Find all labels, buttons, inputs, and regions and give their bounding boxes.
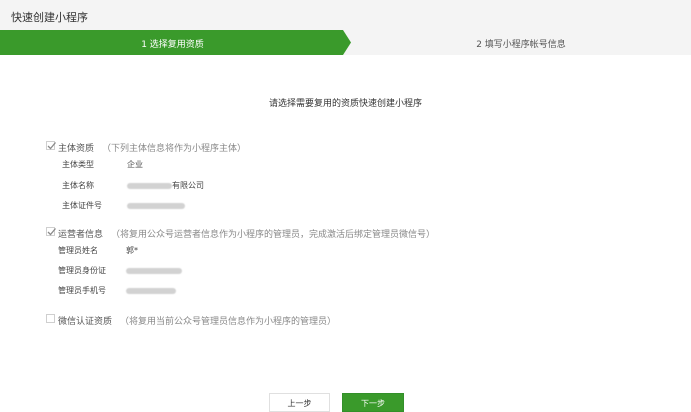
entity-section-title: 主体资质 （下列主体信息将作为小程序主体） bbox=[58, 141, 246, 154]
intro-text: 请选择需要复用的资质快速创建小程序 bbox=[268, 99, 422, 109]
wechat-auth-title-text: 微信认证资质 bbox=[58, 317, 113, 327]
wechat-auth-note: （将复用当前公众号管理员信息作为小程序的管理员） bbox=[120, 317, 337, 327]
entity-note: （下列主体信息将作为小程序主体） bbox=[102, 144, 247, 154]
operator-note: （将复用公众号运营者信息作为小程序的管理员，完成激活后绑定管理员微信号） bbox=[111, 230, 436, 240]
step-1-active: 1 选择复用资质 bbox=[0, 30, 351, 55]
redacted-mask bbox=[126, 267, 182, 274]
admin-name-value: 郭* bbox=[126, 246, 138, 255]
wechat-auth-checkbox[interactable] bbox=[46, 314, 55, 323]
redacted-mask bbox=[127, 202, 185, 209]
entity-title-text: 主体资质 bbox=[58, 144, 95, 154]
create-miniprogram-window: 快速创建小程序 1 选择复用资质 2 填写小程序帐号信息 请选择需要复用的资质快… bbox=[0, 0, 691, 412]
check-mark-icon bbox=[47, 142, 56, 150]
redacted-mask bbox=[127, 182, 172, 189]
check-mark-icon bbox=[47, 228, 56, 236]
step-1-label: 1 选择复用资质 bbox=[141, 40, 204, 50]
entity-type-value: 企业 bbox=[127, 160, 143, 169]
prev-step-button[interactable]: 上一步 bbox=[269, 393, 330, 412]
operator-section-title: 运营者信息 （将复用公众号运营者信息作为小程序的管理员，完成激活后绑定管理员微信号… bbox=[58, 227, 435, 240]
entity-type-label: 主体类型 bbox=[62, 160, 94, 169]
redacted-mask bbox=[126, 287, 176, 294]
entity-id-label: 主体证件号 bbox=[62, 201, 102, 210]
step-2-label: 2 填写小程序帐号信息 bbox=[476, 40, 566, 50]
entity-id-value bbox=[127, 201, 185, 210]
admin-phone-value bbox=[126, 286, 176, 295]
admin-id-label: 管理员身份证 bbox=[58, 266, 106, 275]
step-indicator: 1 选择复用资质 2 填写小程序帐号信息 bbox=[0, 30, 691, 55]
window-title: 快速创建小程序 bbox=[11, 11, 88, 24]
entity-name-suffix: 有限公司 bbox=[172, 181, 204, 190]
operator-checkbox[interactable] bbox=[46, 227, 56, 236]
admin-id-value bbox=[126, 266, 182, 275]
wechat-auth-section-title: 微信认证资质 （将复用当前公众号管理员信息作为小程序的管理员） bbox=[58, 314, 336, 327]
operator-title-text: 运营者信息 bbox=[58, 230, 104, 240]
entity-name-value: 有限公司 bbox=[127, 180, 204, 191]
entity-name-label: 主体名称 bbox=[62, 181, 94, 190]
admin-name-label: 管理员姓名 bbox=[58, 246, 98, 255]
entity-checkbox[interactable] bbox=[46, 141, 56, 150]
admin-phone-label: 管理员手机号 bbox=[58, 286, 106, 295]
next-step-button[interactable]: 下一步 bbox=[342, 393, 404, 412]
title-bar: 快速创建小程序 bbox=[0, 0, 691, 30]
